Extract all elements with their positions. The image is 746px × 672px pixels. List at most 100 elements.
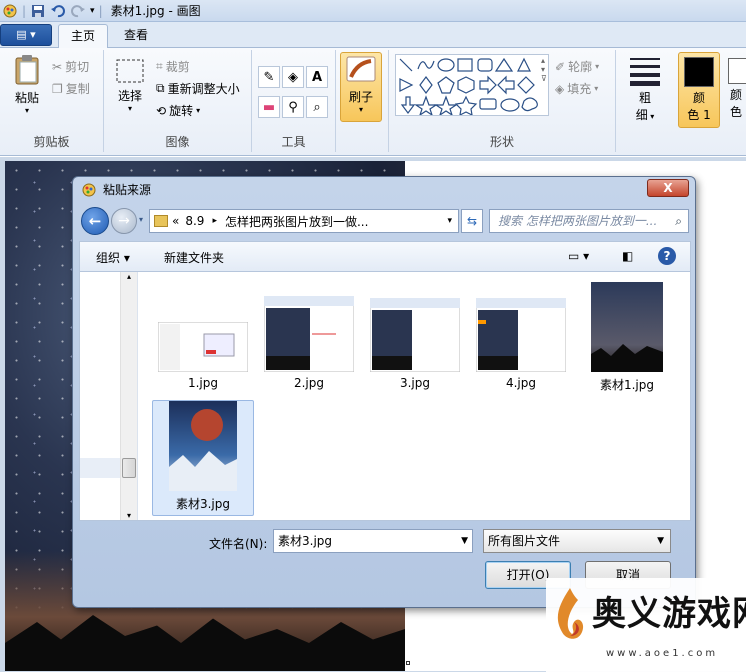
fill-button[interactable]: ◈ 填充 ▾ [555,80,598,97]
ribbon-tabs: ▤ ▾ 主页 查看 [0,22,746,48]
tab-home[interactable]: 主页 [58,24,109,48]
file-item[interactable]: 1.jpg [152,282,254,390]
eraser-icon[interactable]: ▬ [258,96,280,118]
scroll-thumb[interactable] [122,458,136,478]
filename-input[interactable]: 素材3.jpg ▼ [273,529,473,553]
copy-button[interactable]: ❐ 复制 [52,80,90,97]
outline-label: 轮廓 [568,60,593,74]
preview-pane-icon[interactable]: ◧ [622,249,633,263]
close-icon: X [663,181,673,195]
save-icon[interactable] [30,3,46,19]
file-name: 3.jpg [399,376,431,390]
file-item[interactable]: 3.jpg [364,282,466,390]
dialog-titlebar: 粘贴来源 [81,181,151,198]
resize-handle[interactable] [406,661,410,665]
address-dropdown-icon[interactable]: ▾ [447,216,458,226]
file-name: 素材3.jpg [175,497,231,511]
dialog-title: 粘贴来源 [103,183,152,197]
navigation-pane[interactable]: ▴ ▾ [80,272,138,520]
fill-bucket-icon[interactable]: ◈ [282,66,304,88]
file-name: 2.jpg [293,376,325,390]
text-tool-icon[interactable]: A [306,66,328,88]
nav-selected-item[interactable] [80,458,120,478]
clipboard-group-label: 剪贴板 [33,135,70,149]
search-placeholder: 搜索 怎样把两张图片放到一... [498,214,658,228]
magnifier-icon[interactable]: ⌕ [306,96,328,118]
paste-from-dialog: 粘贴来源 X ← → ▾ « 8.9 ▸ 怎样把两张图片放到一做... ▾ ⇆ … [72,176,696,608]
back-arrow-icon[interactable]: ← [81,207,109,235]
resize-icon: ⧉ [156,81,165,95]
file-item[interactable]: 素材1.jpg [576,282,678,393]
resize-label: 重新调整大小 [167,82,240,96]
paint-app-icon[interactable] [2,3,18,19]
quick-access-toolbar: | ▾ | [0,3,103,19]
image-group: 选择 ▾ ⌗ 裁剪 ⧉ 重新调整大小 ⟲ 旋转 ▾ 图像 [104,50,252,152]
file-thumbnail [264,296,354,372]
organize-button[interactable]: 组织 ▾ [96,249,130,266]
select-label: 选择 [117,89,142,103]
breadcrumb-separator-icon[interactable]: ▸ [212,216,217,226]
color1-label-1: 颜 [692,91,705,105]
filetype-value: 所有图片文件 [488,534,561,548]
copy-icon: ❐ [52,81,63,96]
address-bar[interactable]: « 8.9 ▸ 怎样把两张图片放到一做... ▾ [149,209,459,233]
shapes-gallery[interactable] [395,54,549,117]
breadcrumb-current[interactable]: 怎样把两张图片放到一做... [225,213,368,230]
view-options-icon[interactable]: ▭ ▾ [568,249,589,263]
pencil-icon[interactable]: ✎ [258,66,280,88]
paste-button[interactable]: 粘贴 ▾ [8,54,46,115]
redo-icon[interactable] [70,3,86,19]
customize-chevron-icon[interactable]: ▾ [90,6,95,16]
size-button[interactable]: 粗 细 ▾ [622,56,668,123]
file-thumbnail [370,298,460,372]
nav-scrollbar[interactable]: ▴ ▾ [120,272,137,520]
file-item[interactable]: 2.jpg [258,282,360,390]
rotate-button[interactable]: ⟲ 旋转 ▾ [156,102,200,119]
dialog-close-button[interactable]: X [647,179,689,197]
tab-view[interactable]: 查看 [112,24,160,48]
rotate-label: 旋转 [169,104,194,118]
scroll-down-icon[interactable]: ▾ [121,511,137,520]
watermark-url: www.aoe1.com [606,648,719,659]
breadcrumb-overflow[interactable]: « [172,214,179,228]
outline-pen-icon: ✐ [555,59,566,74]
title-bar: | ▾ | 素材1.jpg - 画图 [0,0,746,22]
undo-icon[interactable] [50,3,66,19]
cut-button[interactable]: ✂ 剪切 [52,58,89,75]
color2-button[interactable]: 颜 色 [724,52,746,128]
resize-button[interactable]: ⧉ 重新调整大小 [156,80,240,97]
color1-swatch [684,57,714,87]
file-item-selected[interactable]: 素材3.jpg [152,400,254,516]
file-item[interactable]: 4.jpg [470,282,572,390]
color-picker-icon[interactable]: ⚲ [282,96,304,118]
scissors-icon: ✂ [52,59,63,74]
select-button[interactable]: 选择 ▾ [110,58,150,113]
refresh-icon[interactable]: ⇆ [461,209,483,233]
file-name: 1.jpg [187,376,219,390]
crop-label: 裁剪 [165,60,190,74]
filename-value: 素材3.jpg [278,534,333,548]
file-thumbnail [169,401,237,491]
flame-logo-icon [557,588,584,639]
paint-app-icon [82,183,96,196]
crop-button[interactable]: ⌗ 裁剪 [156,58,190,75]
history-chevron-icon[interactable]: ▾ [139,215,143,224]
rotate-chevron-icon: ▾ [196,106,201,115]
file-thumbnail [476,298,566,372]
outline-button[interactable]: ✐ 轮廓 ▾ [555,58,599,75]
file-menu-button[interactable]: ▤ ▾ [0,24,52,46]
help-icon[interactable]: ? [658,247,676,265]
filetype-select[interactable]: 所有图片文件 ▼ [483,529,671,553]
scroll-up-icon[interactable]: ▴ [121,272,137,281]
navigation-bar: ← → ▾ « 8.9 ▸ 怎样把两张图片放到一做... ▾ ⇆ 搜索 怎样把两… [79,205,691,237]
breadcrumb-folder[interactable]: 8.9 [185,214,204,228]
shapes-scroll-icon[interactable]: ▴ ▾ ⊽ [541,56,547,83]
new-folder-button[interactable]: 新建文件夹 [164,249,224,266]
filename-dropdown-icon[interactable]: ▼ [461,530,468,552]
search-icon[interactable]: ⌕ [675,210,682,232]
search-input[interactable]: 搜索 怎样把两张图片放到一... ⌕ [489,209,689,233]
brush-button[interactable]: 刷子 ▾ [340,52,382,122]
color1-button[interactable]: 颜 色 1 [678,52,720,128]
forward-arrow-icon[interactable]: → [111,208,137,234]
color1-label-2: 色 1 [687,108,711,122]
